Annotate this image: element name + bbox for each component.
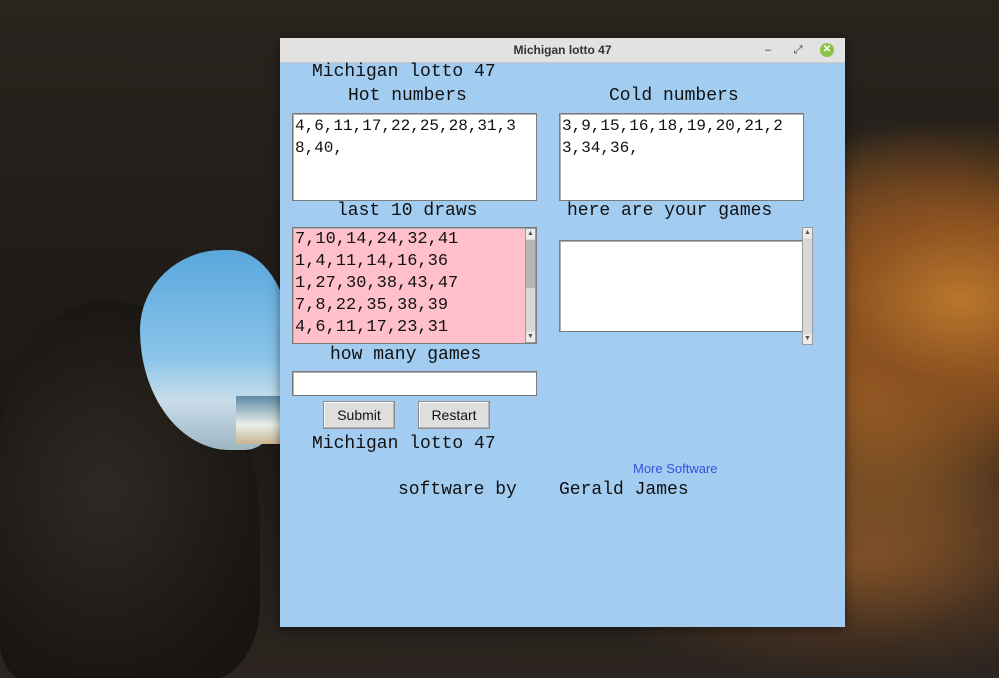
restart-button[interactable]: Restart: [418, 401, 490, 429]
how-many-games-label: how many games: [330, 345, 482, 365]
scroll-up-icon[interactable]: ▲: [526, 229, 535, 239]
last-draws-label: last 10 draws: [337, 201, 478, 221]
hot-numbers-label: Hot numbers: [348, 86, 467, 106]
last-draws-list[interactable]: 7,10,14,24,32,41 1,4,11,14,16,36 1,27,30…: [292, 227, 537, 344]
scroll-down-icon[interactable]: ▼: [803, 334, 812, 344]
cold-numbers-textarea[interactable]: 3,9,15,16,18,19,20,21,23,34,36,: [559, 113, 804, 201]
scroll-thumb[interactable]: [526, 240, 535, 288]
scroll-down-icon[interactable]: ▼: [526, 332, 535, 342]
app-window: Michigan lotto 47 – ⤢ ✕ Michigan lotto 4…: [280, 38, 845, 627]
app-title: Michigan lotto 47: [312, 62, 496, 82]
draw-row: 7,10,14,24,32,41: [295, 230, 459, 249]
hot-numbers-value: 4,6,11,17,22,25,28,31,38,40,: [295, 117, 516, 157]
hot-numbers-textarea[interactable]: 4,6,11,17,22,25,28,31,38,40,: [292, 113, 537, 201]
credit-name: Gerald James: [559, 480, 689, 500]
draw-row: 1,27,30,38,43,47: [295, 274, 459, 293]
submit-button[interactable]: Submit: [323, 401, 395, 429]
how-many-games-input[interactable]: [292, 371, 537, 396]
maximize-icon[interactable]: ⤢: [790, 42, 806, 58]
cold-numbers-value: 3,9,15,16,18,19,20,21,23,34,36,: [562, 117, 783, 157]
draws-scrollbar[interactable]: ▲ ▼: [525, 228, 536, 343]
how-many-games-value: [293, 372, 536, 374]
scroll-up-icon[interactable]: ▲: [803, 228, 812, 238]
credit-prefix: software by: [398, 480, 517, 500]
close-icon[interactable]: ✕: [820, 43, 834, 57]
your-games-value: [560, 241, 802, 243]
cold-numbers-label: Cold numbers: [609, 86, 739, 106]
draw-row: 4,6,11,17,23,31: [295, 318, 449, 337]
wallpaper-sea: [236, 396, 284, 444]
games-scrollbar[interactable]: ▲ ▼: [802, 227, 813, 345]
draw-row: 1,4,11,14,16,36: [295, 252, 449, 271]
your-games-textarea[interactable]: [559, 240, 803, 332]
footer-title: Michigan lotto 47: [312, 434, 496, 454]
more-software-link[interactable]: More Software: [633, 461, 718, 476]
draws-lines: 7,10,14,24,32,41 1,4,11,14,16,36 1,27,30…: [293, 228, 536, 340]
title-bar[interactable]: Michigan lotto 47 – ⤢ ✕: [280, 38, 845, 63]
draw-row: 7,8,22,35,38,39: [295, 296, 449, 315]
minimize-icon[interactable]: –: [760, 42, 776, 58]
your-games-label: here are your games: [567, 201, 773, 221]
